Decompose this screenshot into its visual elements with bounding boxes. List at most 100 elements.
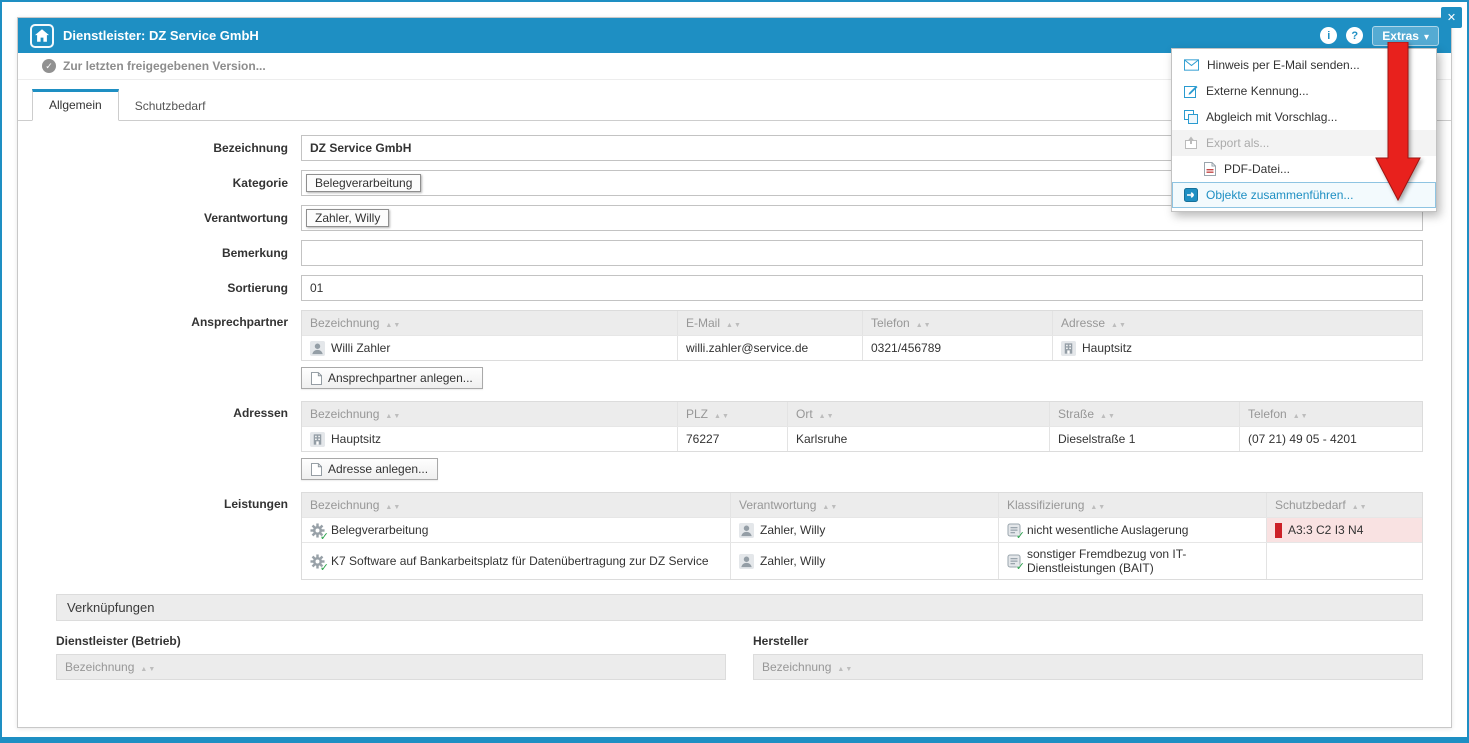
cell-value: Karlsruhe xyxy=(796,432,847,446)
edit-icon xyxy=(1184,84,1198,98)
tab-schutzbedarf[interactable]: Schutzbedarf xyxy=(119,90,222,121)
column-header-bezeichnung[interactable]: Bezeichnung xyxy=(302,493,730,517)
cell-value: (07 21) 49 05 - 4201 xyxy=(1248,432,1357,446)
help-icon: ? xyxy=(1351,30,1358,42)
column-header-ort[interactable]: Ort xyxy=(787,402,1049,426)
cell-value: Dieselstraße 1 xyxy=(1058,432,1135,446)
menu-item-objekte-zusammenfuehren[interactable]: Objekte zusammenführen... xyxy=(1172,182,1436,208)
column-header-label: Bezeichnung xyxy=(762,660,831,674)
menu-item-label: PDF-Datei... xyxy=(1224,162,1290,176)
verantwortung-chip[interactable]: Zahler, Willy xyxy=(306,209,389,227)
hersteller-label: Hersteller xyxy=(753,634,1423,648)
page-title: Dienstleister: DZ Service GmbH xyxy=(63,28,259,43)
info-button[interactable]: i xyxy=(1320,27,1337,44)
column-header-label: Telefon xyxy=(1248,407,1287,421)
kategorie-label: Kategorie xyxy=(56,170,288,196)
cell-value: sonstiger Fremdbezug von IT-Dienstleistu… xyxy=(1027,547,1258,575)
column-header-email[interactable]: E-Mail xyxy=(677,311,862,335)
column-header-bezeichnung[interactable]: Bezeichnung xyxy=(57,655,725,679)
column-header-bezeichnung[interactable]: Bezeichnung xyxy=(754,655,1422,679)
person-icon xyxy=(739,523,754,538)
schutzbedarf-cell: A3:3 C2 I3 N4 xyxy=(1266,518,1422,542)
column-header-klassifizierung[interactable]: Klassifizierung xyxy=(998,493,1266,517)
column-header-bezeichnung[interactable]: Bezeichnung xyxy=(302,402,677,426)
service-provider-icon xyxy=(30,24,54,48)
verknuepfungen-section-header: Verknüpfungen xyxy=(56,594,1423,621)
sort-icon xyxy=(819,407,835,421)
column-header-schutzbedarf[interactable]: Schutzbedarf xyxy=(1266,493,1422,517)
table-header-row: Bezeichnung xyxy=(57,655,725,679)
extras-button-label: Extras xyxy=(1382,29,1419,43)
cell-value: Zahler, Willy xyxy=(760,554,825,568)
compare-icon xyxy=(1184,110,1198,124)
column-header-telefon[interactable]: Telefon xyxy=(862,311,1052,335)
column-header-label: Bezeichnung xyxy=(310,316,379,330)
kategorie-chip[interactable]: Belegverarbeitung xyxy=(306,174,421,192)
menu-item-hinweis-per-email[interactable]: Hinweis per E-Mail senden... xyxy=(1172,52,1436,78)
menu-item-label: Abgleich mit Vorschlag... xyxy=(1206,110,1337,124)
tab-allgemein[interactable]: Allgemein xyxy=(32,89,119,121)
sort-icon xyxy=(385,407,401,421)
service-gear-checked-icon xyxy=(310,523,325,538)
table-row[interactable]: Hauptsitz 76227 Karlsruhe Dieselstraße 1… xyxy=(302,426,1422,451)
add-ansprechpartner-button[interactable]: Ansprechpartner anlegen... xyxy=(301,367,483,389)
close-icon: ✕ xyxy=(1447,11,1456,24)
new-document-icon xyxy=(311,372,322,385)
table-row[interactable]: Willi Zahler willi.zahler@service.de 032… xyxy=(302,335,1422,360)
menu-item-externe-kennung[interactable]: Externe Kennung... xyxy=(1172,78,1436,104)
menu-item-label: Export als... xyxy=(1206,136,1269,150)
column-header-label: Ort xyxy=(796,407,813,421)
sortierung-field[interactable] xyxy=(301,275,1423,301)
bemerkung-field[interactable] xyxy=(301,240,1423,266)
add-adresse-button[interactable]: Adresse anlegen... xyxy=(301,458,438,480)
menu-item-abgleich-mit-vorschlag[interactable]: Abgleich mit Vorschlag... xyxy=(1172,104,1436,130)
mail-icon xyxy=(1184,59,1199,71)
sort-icon xyxy=(916,316,932,330)
column-header-adresse[interactable]: Adresse xyxy=(1052,311,1422,335)
cell-value: Belegverarbeitung xyxy=(331,523,428,537)
column-header-verantwortung[interactable]: Verantwortung xyxy=(730,493,998,517)
table-header-row: Bezeichnung xyxy=(754,655,1422,679)
sort-icon xyxy=(714,407,730,421)
column-header-label: PLZ xyxy=(686,407,708,421)
window-close-button[interactable]: ✕ xyxy=(1441,7,1462,28)
column-header-plz[interactable]: PLZ xyxy=(677,402,787,426)
service-gear-checked-icon xyxy=(310,554,325,569)
column-header-strasse[interactable]: Straße xyxy=(1049,402,1239,426)
menu-item-pdf-datei[interactable]: PDF-Datei... xyxy=(1172,156,1436,182)
export-icon xyxy=(1184,136,1198,150)
menu-item-label: Objekte zusammenführen... xyxy=(1206,188,1353,202)
table-row[interactable]: K7 Software auf Bankarbeitsplatz für Dat… xyxy=(302,542,1422,579)
menu-item-label: Hinweis per E-Mail senden... xyxy=(1207,58,1360,72)
table-header-row: Bezeichnung PLZ Ort Straße Telefon xyxy=(302,402,1422,426)
cell-value: A3:3 C2 I3 N4 xyxy=(1288,523,1363,537)
sort-icon xyxy=(837,660,853,674)
sort-icon xyxy=(1293,407,1309,421)
menu-item-label: Externe Kennung... xyxy=(1206,84,1309,98)
column-header-label: Telefon xyxy=(871,316,910,330)
help-button[interactable]: ? xyxy=(1346,27,1363,44)
caret-down-icon xyxy=(1424,29,1429,43)
leistungen-label: Leistungen xyxy=(56,492,288,580)
cell-value: nicht wesentliche Auslagerung xyxy=(1027,523,1188,537)
cell-value: Zahler, Willy xyxy=(760,523,825,537)
extras-menu: Hinweis per E-Mail senden... Externe Ken… xyxy=(1171,48,1437,212)
sort-icon xyxy=(140,660,156,674)
ansprechpartner-table: Bezeichnung E-Mail Telefon Adresse Willi… xyxy=(301,310,1423,361)
cell-value: 0321/456789 xyxy=(871,341,941,355)
table-row[interactable]: Belegverarbeitung Zahler, Willy nicht we… xyxy=(302,517,1422,542)
adressen-label: Adressen xyxy=(56,401,288,480)
column-header-bezeichnung[interactable]: Bezeichnung xyxy=(302,311,677,335)
column-header-telefon[interactable]: Telefon xyxy=(1239,402,1422,426)
building-icon xyxy=(1061,341,1076,356)
column-header-label: E-Mail xyxy=(686,316,720,330)
hersteller-table: Bezeichnung xyxy=(753,654,1423,680)
extras-button[interactable]: Extras xyxy=(1372,26,1439,46)
sort-icon xyxy=(385,316,401,330)
new-document-icon xyxy=(311,463,322,476)
column-header-label: Straße xyxy=(1058,407,1094,421)
last-version-link[interactable]: Zur letzten freigegebenen Version... xyxy=(63,59,266,73)
window-frame: ✕ Dienstleister: DZ Service GmbH i ? Ext… xyxy=(0,0,1469,743)
cell-value: willi.zahler@service.de xyxy=(686,341,808,355)
column-header-label: Bezeichnung xyxy=(65,660,134,674)
